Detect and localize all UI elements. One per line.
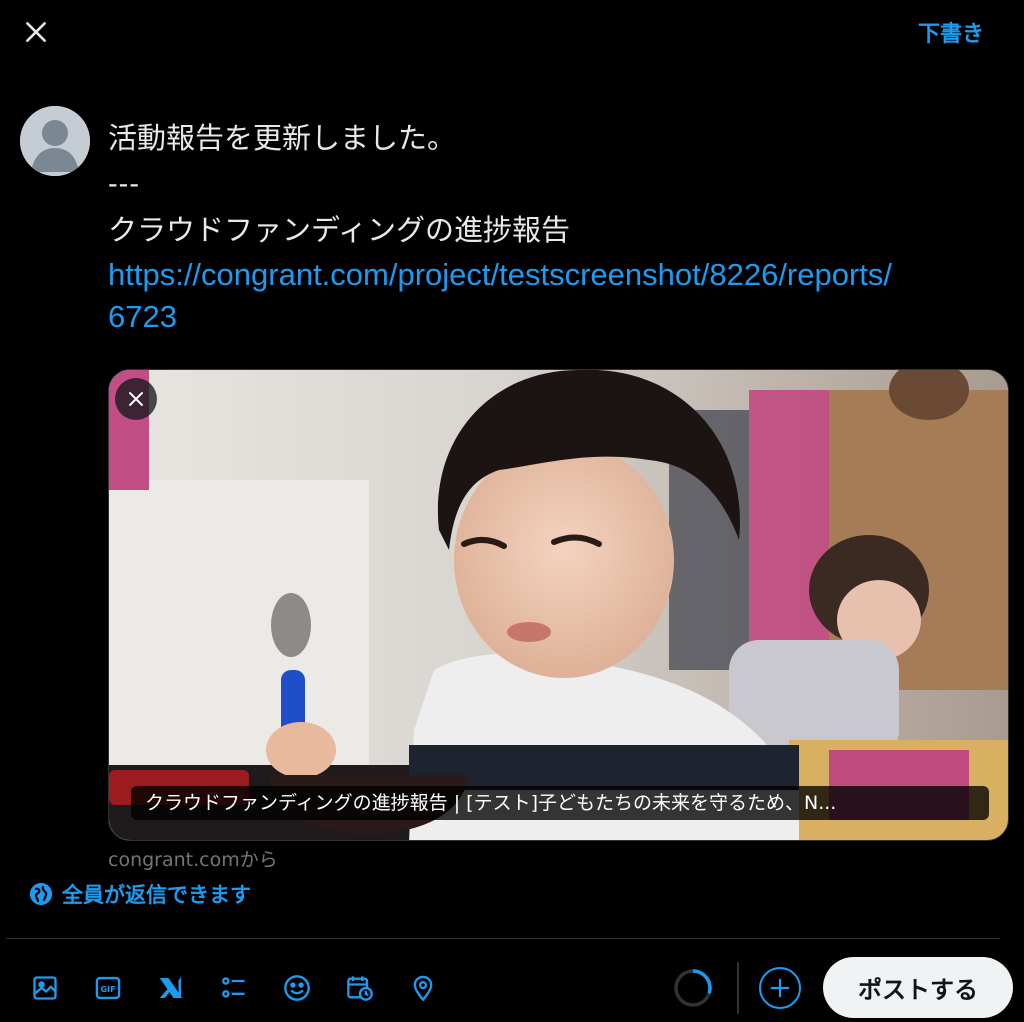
default-avatar-icon (20, 106, 90, 176)
child-eating-photo (109, 370, 1008, 840)
compose-toolbar: GIF (22, 965, 463, 1011)
gif-button[interactable]: GIF (85, 965, 131, 1011)
compose-line-2: --- (108, 168, 140, 200)
gif-icon: GIF (95, 976, 121, 1000)
divider (6, 938, 1000, 939)
compose-url-part-1[interactable]: https://congrant.com/project/testscreens… (108, 254, 1008, 296)
globe-icon (30, 883, 52, 905)
drafts-button[interactable]: 下書き (918, 16, 984, 48)
grok-icon (159, 976, 183, 998)
toolbar-separator (737, 962, 739, 1014)
card-title: クラウドファンディングの進捗報告 | [テスト]子どもたちの未来を守るため、N.… (131, 786, 989, 820)
emoji-icon (284, 975, 310, 1001)
grok-button[interactable] (148, 965, 194, 1011)
close-icon (129, 392, 143, 406)
schedule-button[interactable] (337, 965, 383, 1011)
emoji-button[interactable] (274, 965, 320, 1011)
close-icon (26, 22, 46, 42)
compose-url-part-2[interactable]: 6723 (108, 296, 1008, 338)
poll-icon (222, 977, 245, 998)
card-source: congrant.comから (108, 849, 278, 871)
reply-setting-label: 全員が返信できます (62, 883, 251, 907)
link-preview-card[interactable]: クラウドファンディングの進捗報告 | [テスト]子どもたちの未来を守るため、N.… (108, 369, 1009, 841)
plus-icon (770, 978, 790, 998)
svg-text:GIF: GIF (100, 984, 115, 994)
poll-button[interactable] (211, 965, 257, 1011)
location-button[interactable] (400, 965, 446, 1011)
post-button[interactable]: ポストする (823, 957, 1013, 1018)
media-button[interactable] (22, 965, 68, 1011)
schedule-icon (347, 976, 373, 1001)
compose-textarea[interactable]: 活動報告を更新しました。 --- クラウドファンディングの進捗報告 https:… (108, 114, 1008, 338)
reply-setting-button[interactable]: 全員が返信できます (30, 879, 251, 909)
compose-line-1: 活動報告を更新しました。 (108, 121, 457, 155)
add-post-button[interactable] (759, 967, 801, 1009)
compose-line-3: クラウドファンディングの進捗報告 (108, 213, 570, 247)
character-count-ring (674, 969, 712, 1007)
image-icon (33, 976, 57, 1000)
close-button[interactable] (16, 12, 56, 52)
avatar[interactable] (20, 106, 90, 176)
card-remove-button[interactable] (115, 378, 157, 420)
location-icon (413, 975, 433, 1002)
